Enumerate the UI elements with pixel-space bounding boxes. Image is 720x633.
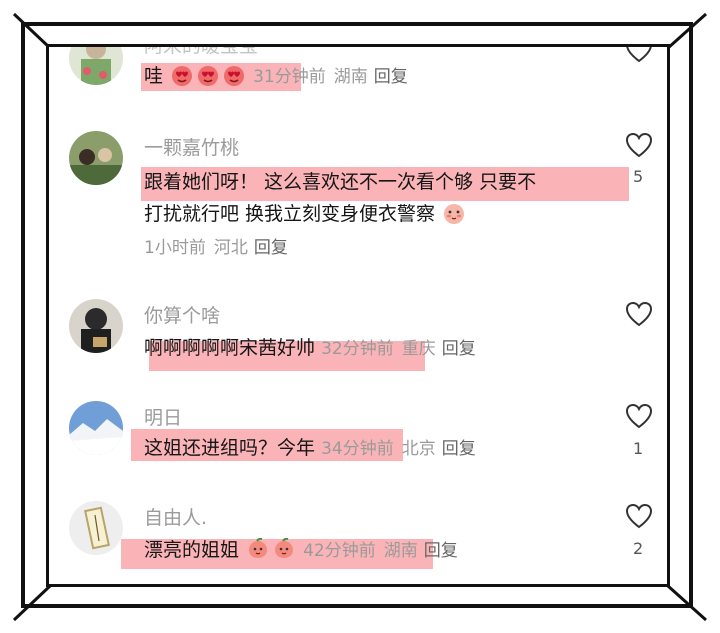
like-count: 5: [633, 167, 644, 186]
username[interactable]: 一颗嘉竹桃: [144, 133, 239, 160]
comment-region: 湖南: [383, 541, 418, 561]
like-heart-icon[interactable]: [625, 47, 653, 63]
comment-time: 32分钟前: [321, 339, 394, 359]
avatar[interactable]: [69, 299, 123, 353]
comment-time: 31分钟前: [253, 67, 326, 87]
like-heart-icon[interactable]: [625, 503, 653, 529]
avatar[interactable]: [69, 401, 123, 455]
comment-text: 哇 31分钟前 湖南 回复: [144, 65, 408, 87]
heart-eyes-emoji: [198, 66, 219, 86]
username[interactable]: 明日: [144, 403, 182, 430]
peach-emoji: [249, 538, 268, 558]
comment-list[interactable]: 阿宋的暖宝宝 哇 31分钟前湖南回复 一颗嘉竹桃 跟着她们呀！ 这么喜欢还不一次…: [49, 47, 667, 584]
comment-meta: 1小时前 河北 回复: [144, 231, 288, 265]
heart-eyes-emoji: [224, 66, 245, 86]
like-heart-icon[interactable]: [625, 403, 653, 429]
like-heart-icon[interactable]: [625, 132, 653, 158]
avatar[interactable]: [69, 501, 123, 555]
comment-text: 打扰就行吧 换我立刻变身便衣警察: [144, 197, 467, 231]
shy-peach-emoji: [444, 204, 465, 224]
comment-text: 跟着她们呀！ 这么喜欢还不一次看个够 只要不: [144, 171, 537, 193]
comment-time: 34分钟前: [321, 439, 394, 459]
username[interactable]: 自由人.: [144, 503, 207, 530]
comment-time: 1小时前: [144, 238, 206, 258]
comment-text: 这姐还进组吗？今年 34分钟前 北京 回复: [144, 437, 476, 459]
reply-button[interactable]: 回复: [254, 238, 288, 258]
reply-button[interactable]: 回复: [424, 541, 458, 561]
avatar[interactable]: [69, 47, 123, 85]
heart-eyes-emoji: [172, 66, 193, 86]
comment-region: 河北: [213, 238, 248, 258]
comment-region: 北京: [401, 439, 436, 459]
reply-button[interactable]: 回复: [374, 67, 408, 87]
like-count: 2: [633, 539, 644, 558]
username[interactable]: 阿宋的暖宝宝: [144, 47, 258, 58]
like-count: 1: [633, 439, 644, 458]
peach-emoji: [275, 538, 294, 558]
avatar[interactable]: [69, 131, 123, 185]
comment-region: 湖南: [333, 67, 368, 87]
like-heart-icon[interactable]: [625, 301, 653, 327]
comment-text: 漂亮的姐姐 42分钟前 湖南 回复: [144, 538, 458, 561]
comment-time: 42分钟前: [303, 541, 376, 561]
reply-button[interactable]: 回复: [442, 439, 476, 459]
comment-region: 重庆: [401, 339, 436, 359]
comment-text: 啊啊啊啊啊宋茜好帅 32分钟前 重庆 回复: [144, 337, 476, 359]
reply-button[interactable]: 回复: [442, 339, 476, 359]
username[interactable]: 你算个啥: [144, 301, 220, 328]
